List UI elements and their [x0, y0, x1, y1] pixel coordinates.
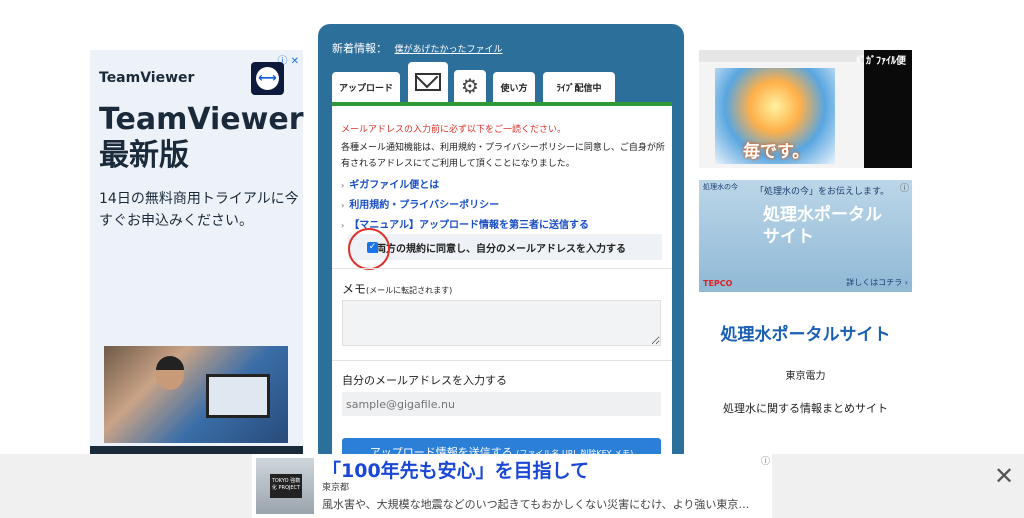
- bottom-overlay-ad: TOKYO 強靭化 PROJECT 「100年先も安心」を目指して 東京都 風水…: [0, 454, 1024, 518]
- teamviewer-ad[interactable]: ⓘ ✕ TeamViewer ⟷ TeamViewer 最新版 14日の無料商用…: [90, 50, 304, 454]
- tab-upload[interactable]: アップロード: [332, 72, 400, 102]
- memo-field[interactable]: [342, 300, 661, 346]
- chevron-right-icon: ›: [341, 181, 345, 190]
- highlight-circle: [348, 228, 390, 270]
- gear-icon: ⚙: [461, 74, 479, 98]
- text-ad-sponsor: 東京電力: [785, 371, 826, 382]
- bottom-ad-sponsor: 東京都: [322, 483, 350, 493]
- divider: [332, 360, 672, 361]
- tab-bar: アップロード ⚙ 使い方 ﾗｲﾌﾞ配信中: [332, 62, 672, 102]
- teamviewer-logo-icon: ⟷: [251, 62, 284, 95]
- video-top-caption: ｷﾞｶﾞﾌｧｲﾙ便: [856, 56, 906, 67]
- banner-big-text: 処理水ポータルサイト: [763, 205, 882, 247]
- banner-top-text: 「処理水の今」をお伝えします。: [755, 187, 890, 197]
- bottom-ad-content[interactable]: TOKYO 強靭化 PROJECT 「100年先も安心」を目指して 東京都 風水…: [252, 454, 772, 518]
- ad-copy: 14日の無料商用トライアルに今すぐお申込みください。: [99, 191, 299, 229]
- tepco-banner-ad[interactable]: 処理水の今 ⓘ 「処理水の今」をお伝えします。 処理水ポータルサイト TEPCO…: [699, 180, 912, 292]
- tab-usage[interactable]: 使い方: [493, 72, 535, 102]
- tab-live[interactable]: ﾗｲﾌﾞ配信中: [543, 72, 615, 102]
- thumb-tag: TOKYO 強靭化 PROJECT: [270, 474, 302, 498]
- link-about[interactable]: › ギガファイル便とは: [341, 176, 439, 191]
- envelope-icon: [415, 73, 441, 91]
- email-label: 自分のメールアドレスを入力する: [342, 374, 507, 387]
- ad-bottom-bar: [90, 446, 303, 454]
- tepco-text-ad[interactable]: 処理水ポータルサイト 東京電力 処理水に関する情報まとめサイト: [699, 292, 912, 454]
- description-text: 各種メール通知機能は、利用規約・プライバシーポリシーに同意し、ご自身が所有される…: [341, 143, 665, 169]
- tepco-logo: TEPCO: [703, 279, 733, 288]
- memo-label: メモ(メールに転記されます): [342, 282, 453, 296]
- agree-row[interactable]: ✓ 両方の規約に同意し、自分のメールアドレスを入力する: [348, 234, 662, 260]
- banner-badge: 処理水の今: [703, 183, 738, 191]
- video-side-panel: [864, 50, 912, 168]
- news-link[interactable]: 僕があげたかったファイル: [395, 45, 503, 55]
- ad-info-icon[interactable]: ⓘ: [900, 181, 909, 194]
- banner-more-link[interactable]: 詳しくはコチラ ›: [846, 277, 908, 288]
- memo-note: (メールに転記されます): [366, 286, 453, 295]
- link-terms[interactable]: › 利用規約・プライバシーポリシー: [341, 196, 499, 211]
- text-ad-title[interactable]: 処理水ポータルサイト: [699, 320, 912, 345]
- video-ad[interactable]: ｷﾞｶﾞﾌｧｲﾙ便 毎です。: [699, 50, 912, 168]
- video-caption: 毎です。: [743, 142, 810, 162]
- tab-mail[interactable]: [408, 62, 448, 102]
- divider: [332, 268, 672, 269]
- agree-label[interactable]: 両方の規約に同意し、自分のメールアドレスを入力する: [376, 240, 626, 255]
- bottom-ad-thumbnail: TOKYO 強靭化 PROJECT: [256, 458, 314, 514]
- text-ad-description: 処理水に関する情報まとめサイト: [723, 402, 888, 415]
- mail-form: メールアドレスの入力前に必ず以下をご一読ください。 各種メール通知機能は、利用規…: [332, 102, 672, 468]
- upload-panel: 新着情報： 僕があげたかったファイル アップロード ⚙ 使い方 ﾗｲﾌﾞ配信中 …: [318, 24, 684, 468]
- ad-headline[interactable]: TeamViewer 最新版: [99, 102, 304, 174]
- email-field[interactable]: [342, 392, 661, 416]
- tab-settings[interactable]: ⚙: [454, 70, 486, 102]
- close-icon[interactable]: ✕: [994, 462, 1014, 490]
- news-label: 新着情報：: [332, 42, 387, 55]
- bottom-ad-body: 風水害や、大規模な地震などのいつ起きてもおかしくない災害にむけ、より強い東京…: [322, 498, 750, 511]
- ad-brand: TeamViewer: [99, 70, 195, 86]
- news-line: 新着情報： 僕があげたかったファイル: [332, 40, 503, 56]
- chevron-right-icon: ›: [341, 201, 345, 210]
- ad-photo: [104, 346, 288, 443]
- warning-text: メールアドレスの入力前に必ず以下をご一読ください。: [341, 125, 567, 135]
- chevron-right-icon: ›: [341, 221, 345, 230]
- bottom-ad-headline[interactable]: 「100年先も安心」を目指して: [322, 456, 589, 483]
- link-manual[interactable]: › 【マニュアル】アップロード情報を第三者に送信する: [341, 216, 589, 231]
- ad-info-icon[interactable]: ⓘ: [761, 454, 770, 467]
